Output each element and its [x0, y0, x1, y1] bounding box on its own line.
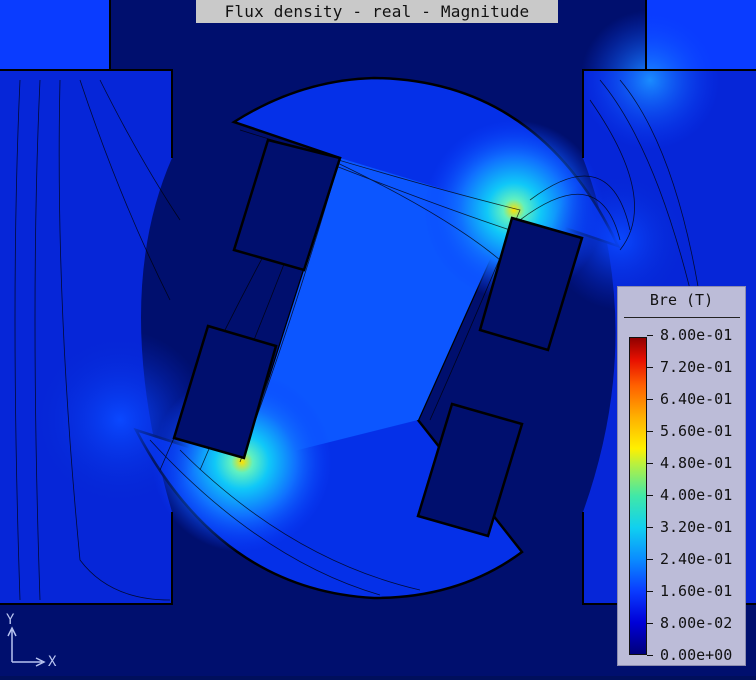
- plot-title: Flux density - real - Magnitude: [196, 0, 558, 23]
- legend-tick-mark: [647, 399, 653, 400]
- legend-tick-label: 2.40e-01: [660, 550, 733, 568]
- axis-triad: Y X: [4, 612, 64, 672]
- legend-tick-mark: [647, 655, 653, 656]
- color-legend: Bre (T) 8.00e-01 7.20e-01 6.40e-01 5.60e-01…: [617, 286, 746, 666]
- legend-divider: [624, 317, 740, 318]
- legend-tick-label: 7.20e-01: [660, 358, 733, 376]
- legend-tick-label: 5.60e-01: [660, 422, 733, 440]
- glow-top-right: [580, 10, 720, 150]
- legend-tick-mark: [647, 495, 653, 496]
- legend-tick-label: 4.80e-01: [660, 454, 733, 472]
- legend-tick-label: 8.00e-02: [660, 614, 733, 632]
- legend-title: Bre (T): [649, 291, 714, 309]
- legend-tick-mark: [647, 367, 653, 368]
- field-plot[interactable]: Flux density - real - Magnitude Bre (T) …: [0, 0, 756, 676]
- legend-tick-label: 6.40e-01: [660, 390, 733, 408]
- legend-tick-mark: [647, 463, 653, 464]
- legend-tick-mark: [647, 431, 653, 432]
- legend-tick-label: 4.00e-01: [660, 486, 733, 504]
- legend-tick-mark: [647, 335, 653, 336]
- x-axis-label: X: [48, 654, 57, 670]
- legend-tick-label: 0.00e+00: [660, 646, 733, 664]
- stator-top-left: [0, 0, 110, 70]
- legend-tick-label: 1.60e-01: [660, 582, 733, 600]
- legend-tick-mark: [647, 559, 653, 560]
- color-scale-bar: [629, 337, 647, 655]
- legend-tick-mark: [647, 623, 653, 624]
- y-axis-label: Y: [6, 612, 15, 628]
- legend-tick-label: 8.00e-01: [660, 326, 733, 344]
- legend-tick-mark: [647, 527, 653, 528]
- legend-tick-label: 3.20e-01: [660, 518, 733, 536]
- legend-tick-mark: [647, 591, 653, 592]
